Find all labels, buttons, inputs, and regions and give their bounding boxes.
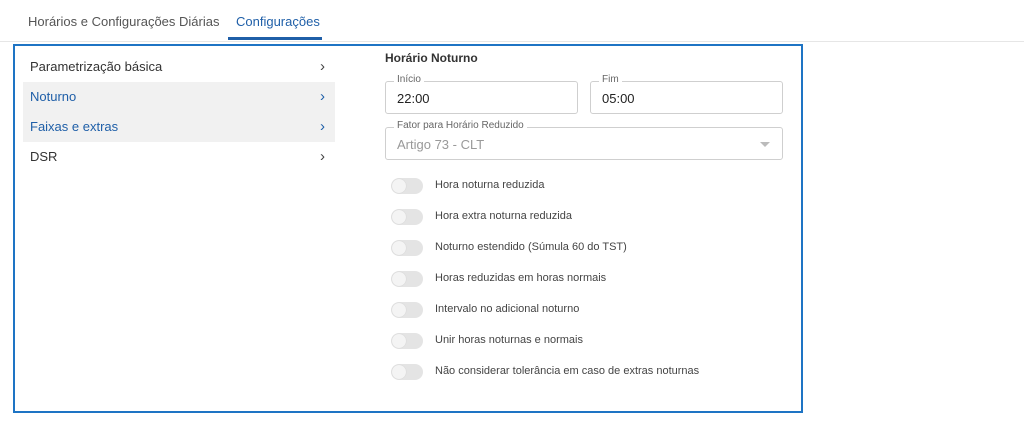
toggle-switch[interactable] (391, 271, 423, 287)
toggle-label: Intervalo no adicional noturno (435, 303, 580, 315)
active-tab-indicator (228, 37, 322, 40)
sidebar-item-noturno[interactable]: Noturno › (23, 82, 335, 112)
inicio-field-value: 22:00 (397, 91, 430, 106)
sidebar-item-dsr[interactable]: DSR › (23, 142, 335, 172)
toggle-label: Hora extra noturna reduzida (435, 210, 572, 222)
fator-select-value: Artigo 73 - CLT (397, 137, 485, 152)
tab-configuracoes[interactable]: Configurações (236, 14, 320, 29)
toggle-label: Hora noturna reduzida (435, 179, 545, 191)
chevron-down-icon (760, 142, 770, 147)
chevron-right-icon: › (320, 88, 325, 105)
toggle-switch[interactable] (391, 333, 423, 349)
fim-field-value: 05:00 (602, 91, 635, 106)
toggle-label: Não considerar tolerância em caso de ext… (435, 365, 700, 377)
sidebar-item-label: Faixas e extras (30, 119, 119, 134)
toggle-switch[interactable] (391, 364, 423, 380)
chevron-right-icon: › (320, 58, 325, 75)
toggle-switch[interactable] (391, 240, 423, 256)
fator-select-label: Fator para Horário Reduzido (394, 120, 527, 131)
fim-field[interactable]: Fim 05:00 (590, 74, 783, 114)
tab-bar: Horários e Configurações Diárias Configu… (0, 0, 1024, 42)
sidebar-item-label: DSR (30, 149, 58, 164)
toggle-label: Unir horas noturnas e normais (435, 334, 583, 346)
chevron-right-icon: › (320, 118, 325, 135)
toggle-label: Noturno estendido (Súmula 60 do TST) (435, 241, 627, 253)
sidebar-item-faixas-e-extras[interactable]: Faixas e extras › (23, 112, 335, 142)
panel-title: Horário Noturno (385, 51, 478, 65)
inicio-field-label: Início (394, 74, 424, 85)
toggle-switch[interactable] (391, 178, 423, 194)
toggle-switch[interactable] (391, 302, 423, 318)
fator-horario-reduzido-select[interactable]: Fator para Horário Reduzido Artigo 73 - … (385, 120, 783, 160)
chevron-right-icon: › (320, 148, 325, 165)
sidebar-item-label: Noturno (30, 89, 77, 104)
toggle-switch[interactable] (391, 209, 423, 225)
inicio-field[interactable]: Início 22:00 (385, 74, 578, 114)
sidebar-item-parametrizacao-basica[interactable]: Parametrização básica › (23, 52, 335, 82)
fim-field-label: Fim (599, 74, 622, 85)
sidebar-item-label: Parametrização básica (30, 59, 163, 74)
toggle-label: Horas reduzidas em horas normais (435, 272, 607, 284)
settings-frame: Parametrização básica › Noturno › Faixas… (13, 44, 803, 413)
tab-horarios-configuracoes-diarias[interactable]: Horários e Configurações Diárias (28, 14, 219, 29)
settings-sidebar: Parametrização básica › Noturno › Faixas… (23, 52, 335, 172)
